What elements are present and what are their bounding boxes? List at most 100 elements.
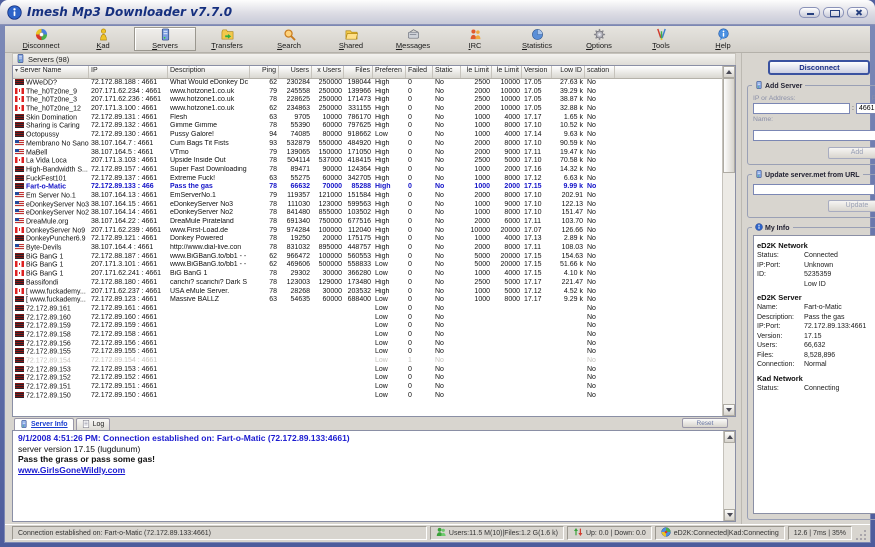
column-header-9[interactable]: Static	[433, 66, 461, 78]
cell: 0	[408, 209, 412, 217]
column-header-3[interactable]: Ping	[250, 66, 279, 78]
column-header-10[interactable]: le Limit	[461, 66, 492, 78]
cell: Fart-o-Matic	[13, 183, 89, 192]
column-header-8[interactable]: Failed	[406, 66, 433, 78]
column-header-14[interactable]: scation	[585, 66, 615, 78]
toolbar-button-shared[interactable]: Shared	[320, 27, 382, 51]
table-row[interactable]: 72.172.89.160 72.172.89.160 : 4661 Low 0 No N…	[13, 313, 722, 323]
cell: 245558	[286, 87, 310, 95]
table-row[interactable]: DreaMule.org 38.107.164.22 : 4661 DreaMule…	[13, 218, 722, 227]
cell	[522, 392, 552, 401]
toolbar-button-tools[interactable]: Tools	[630, 27, 692, 51]
close-button[interactable]	[847, 6, 868, 18]
server-name-input[interactable]	[753, 130, 875, 141]
table-row[interactable]: FuckFest101 72.172.89.137 : 4661 Extreme F…	[13, 174, 722, 184]
toolbar-button-disconnect[interactable]: Disconnect	[10, 27, 72, 51]
toolbar-button-options[interactable]: Options	[568, 27, 630, 51]
table-row[interactable]: BiG BanG 1 207.171.3.101 : 4661 www.BiGBan…	[13, 261, 722, 270]
table-row[interactable]: 72.172.89.152 72.172.89.152 : 4661 Low 0 No N…	[13, 374, 722, 383]
table-row[interactable]: 72.172.89.154 72.172.89.154 : 4661 Low 1 No N…	[13, 357, 722, 366]
log-scroll-up-icon[interactable]	[724, 431, 735, 443]
table-row[interactable]: WWeDD? 72.172.88.188 : 4661 What Would eDo…	[13, 79, 722, 88]
info-value: Connecting	[804, 384, 840, 392]
port-input[interactable]	[855, 103, 875, 114]
disconnect-button[interactable]: Disconnect	[768, 60, 871, 75]
maximize-button[interactable]	[823, 6, 844, 18]
table-row[interactable]: DonkeyServer No9 207.171.62.239 : 4661 www…	[13, 226, 722, 236]
table-row[interactable]: 72.172.89.153 72.172.89.153 : 4661 Low 0 No N…	[13, 365, 722, 375]
toolbar-button-kad[interactable]: Kad	[72, 27, 134, 51]
cell: 72.172.89.161 : 4661	[91, 304, 158, 312]
cell: 0	[408, 348, 412, 356]
table-row[interactable]: 72.172.89.156 72.172.89.156 : 4661 Low 0 No N…	[13, 339, 722, 349]
toolbar-button-messages[interactable]: Messages	[382, 27, 444, 51]
column-header-1[interactable]: IP	[89, 66, 168, 78]
column-header-11[interactable]: le Limit	[492, 66, 522, 78]
tab-server-info[interactable]: Server Info	[14, 418, 74, 430]
table-row[interactable]: Bassifondi 72.172.88.180 : 4661 carichi? s…	[13, 278, 722, 288]
table-row[interactable]: Sharing is Caring 72.172.89.132 : 4661 Gim…	[13, 122, 722, 131]
table-row[interactable]: Membrano No Sano 38.107.164.7 : 4661 Cum B…	[13, 139, 722, 149]
tab-log[interactable]: Log	[75, 418, 111, 430]
scrollbar-track[interactable]	[723, 173, 735, 404]
table-row[interactable]: Byte-Devils 38.107.164.4 : 4661 http://www…	[13, 244, 722, 253]
table-row[interactable]: eDonkeyServer No2 38.107.164.14 : 4661 eDo…	[13, 209, 722, 218]
table-row[interactable]: Octopussy 72.172.89.130 : 4661 Pussy Galor…	[13, 131, 722, 140]
toolbar-button-servers[interactable]: Servers	[134, 27, 196, 51]
column-header-7[interactable]: Preferen	[373, 66, 406, 78]
table-row[interactable]: 72.172.89.158 72.172.89.158 : 4661 Low 0 No N…	[13, 330, 722, 340]
table-row[interactable]: 72.172.89.159 72.172.89.159 : 4661 Low 0 No N…	[13, 322, 722, 331]
table-row[interactable]: BiG BanG 1 207.171.62.241 : 4661 BiG BanG …	[13, 270, 722, 279]
toolbar-button-statistics[interactable]: Statistics	[506, 27, 568, 51]
cell: 560553	[347, 252, 371, 260]
table-row[interactable]: The_h0Tz0ne_9 207.171.62.234 : 4661 www.ho…	[13, 87, 722, 97]
toolbar-button-search[interactable]: Search	[258, 27, 320, 51]
resize-grip[interactable]	[855, 528, 867, 540]
table-row[interactable]: DonkeyPuncher6.9 72.172.89.121 : 4661 Donk…	[13, 235, 722, 244]
table-row[interactable]: 72.172.89.161 72.172.89.161 : 4661 Low 0 No N…	[13, 304, 722, 314]
table-row[interactable]: Fart-o-Matic 72.172.89.133 : 466 Pass the …	[13, 183, 722, 192]
log-scrollbar[interactable]	[723, 431, 735, 521]
column-header-12[interactable]: Version	[522, 66, 552, 78]
toolbar-button-transfers[interactable]: Transfers	[196, 27, 258, 51]
add-button[interactable]: Add	[827, 147, 875, 159]
toolbar-button-help[interactable]: Help	[692, 27, 754, 51]
table-row[interactable]: MaBell 38.107.164.5 : 4661 VTmo 79 139065 150…	[13, 148, 722, 158]
column-header-2[interactable]: Description	[168, 66, 250, 78]
table-row[interactable]: 72.172.89.151 72.172.89.151 : 4661 Low 0 No N…	[13, 383, 722, 392]
table-row[interactable]: The_h0Tz0ne_12 207.171.3.100 : 4661 www.ho…	[13, 105, 722, 114]
table-row[interactable]: [ www.fuckademy... 207.171.62.237 : 4661 U…	[13, 287, 722, 297]
column-header-13[interactable]: Low ID	[552, 66, 585, 78]
log-link[interactable]: www.GirlsGoneWildly.com	[18, 465, 719, 476]
reset-button[interactable]: Reset	[682, 418, 728, 428]
log-scroll-down-icon[interactable]	[724, 509, 735, 521]
table-row[interactable]: Skin Domination 72.172.89.131 : 4661 Flesh…	[13, 113, 722, 123]
cell: 0	[408, 148, 412, 156]
cell: 500000	[318, 261, 342, 269]
window-title: Imesh Mp3 Downloader v7.7.0	[27, 5, 233, 19]
scroll-up-icon[interactable]	[723, 66, 735, 78]
column-header-6[interactable]: Files	[344, 66, 373, 78]
column-header-0[interactable]: ▾ Server Name	[13, 66, 89, 78]
column-header-4[interactable]: Users	[279, 66, 312, 78]
table-row[interactable]: The_h0Tz0ne_3 207.171.62.236 : 4661 www.ho…	[13, 96, 722, 105]
table-row[interactable]: 72.172.89.155 72.172.89.155 : 4661 Low 0 No N…	[13, 348, 722, 357]
table-row[interactable]: 72.172.89.150 72.172.89.150 : 4661 Low 0 No N…	[13, 391, 722, 401]
table-row[interactable]: BiG BanG 1 72.172.88.187 : 4661 www.BiGBan…	[13, 252, 722, 262]
table-row[interactable]: High-Bandwidth S... 72.172.89.157 : 4661 S…	[13, 165, 722, 175]
scroll-down-icon[interactable]	[723, 404, 735, 416]
toolbar-button-irc[interactable]: IRC	[444, 27, 506, 51]
update-url-input[interactable]	[753, 184, 874, 195]
minimize-button[interactable]	[799, 6, 820, 18]
column-header-5[interactable]: x Users	[312, 66, 344, 78]
ip-address-input[interactable]	[753, 103, 850, 114]
update-button[interactable]: Update	[827, 200, 875, 212]
table-row[interactable]: Em Server No.1 38.107.164.13 : 4661 EmServ…	[13, 191, 722, 201]
table-row[interactable]: La Vida Loca 207.171.3.103 : 4661 Upside I…	[13, 157, 722, 166]
server-list-scrollbar[interactable]	[722, 66, 735, 416]
cell: 72.172.89.132 : 4661	[91, 122, 158, 130]
table-row[interactable]: [ www.fuckademy... 72.172.89.123 : 4661 Ma…	[13, 296, 722, 305]
table-row[interactable]: eDonkeyServer No3 38.107.164.15 : 4661 eDo…	[13, 200, 722, 210]
shared-icon	[345, 28, 358, 41]
scrollbar-thumb[interactable]	[723, 78, 735, 173]
